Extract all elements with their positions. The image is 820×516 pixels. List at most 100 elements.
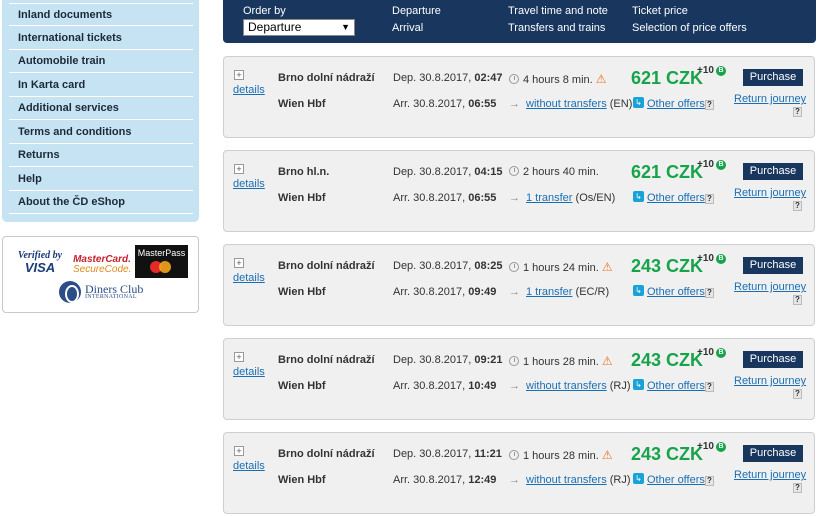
help-icon[interactable]: ? [705,288,714,298]
arrow-right-icon: → [509,286,520,298]
transfer-link[interactable]: without transfers [526,98,607,110]
ticket-price: 243 CZK [631,350,704,370]
sidebar-item-in-karta[interactable]: In Karta card [9,74,193,97]
other-offers-link[interactable]: Other offers [647,286,705,298]
to-station: Wien Hbf [278,380,326,392]
bonus-icon: B [715,442,726,452]
from-station: Brno dolní nádraží [278,448,375,460]
transfer-link[interactable]: 1 transfer [526,192,572,204]
transfer-link[interactable]: without transfers [526,474,607,486]
bonus-icon: B [715,348,726,358]
arrival-datetime: Arr. 30.8.2017, 10:49 [393,380,497,392]
help-icon[interactable]: ? [705,194,714,204]
other-offers-link[interactable]: Other offers [647,98,705,110]
purchase-button[interactable]: Purchase [743,163,803,180]
return-journey-link[interactable]: Return journey [734,187,806,199]
transfer-link[interactable]: without transfers [526,380,607,392]
expand-icon[interactable]: + [234,164,244,174]
sidebar-item-inland-documents[interactable]: Inland documents [9,3,193,26]
other-offers-link[interactable]: Other offers [647,192,705,204]
warning-icon: ⚠ [601,260,613,274]
return-journey-link[interactable]: Return journey [734,93,806,105]
transfer-info: → without transfers (RJ) [509,380,631,392]
payment-logos: Verified by VISA MasterCard. SecureCode.… [2,236,199,313]
ticket-price: 621 CZK [631,68,704,88]
mastercard-circle-icon [159,261,171,273]
masterpass-logo: MasterPass [135,245,188,278]
ticket-price: 243 CZK [631,444,704,464]
other-offers-link[interactable]: Other offers [647,380,705,392]
clock-icon [509,356,519,366]
details-link[interactable]: details [233,84,265,96]
verified-by-visa-logo: Verified by VISA [17,250,63,275]
bonus-icon: B [715,160,726,170]
sidebar-menu: Inland documents International tickets A… [2,0,199,222]
return-journey-link[interactable]: Return journey [734,375,806,387]
expand-icon[interactable]: + [234,70,244,80]
travel-duration: 1 hours 24 min. ⚠ [509,260,613,274]
return-journey-link[interactable]: Return journey [734,281,806,293]
help-icon[interactable]: ? [705,382,714,392]
to-station: Wien Hbf [278,474,326,486]
from-station: Brno dolní nádraží [278,354,375,366]
help-icon[interactable]: ? [793,201,802,211]
order-by-select[interactable]: Departure ▼ [243,19,355,36]
purchase-button[interactable]: Purchase [743,69,803,86]
from-station: Brno dolní nádraží [278,72,375,84]
bonus-icon: B [715,66,726,76]
other-offers-link[interactable]: Other offers [647,474,705,486]
expand-icon[interactable]: + [234,258,244,268]
help-icon[interactable]: ? [705,476,714,486]
to-station: Wien Hbf [278,286,326,298]
bonus-points: +10 B [697,253,726,264]
offer-icon: ↳ [633,97,644,108]
return-journey-link[interactable]: Return journey [734,469,806,481]
bonus-points: +10 B [697,65,726,76]
diners-club-icon [59,281,81,303]
sidebar-item-returns[interactable]: Returns [9,144,193,167]
sidebar-item-about[interactable]: About the ČD eShop [9,191,193,214]
results-header: Order by Departure ▼ Departure Arrival T… [223,0,816,43]
transfer-info: → 1 transfer (EC/R) [509,286,610,298]
details-link[interactable]: details [233,460,265,472]
sidebar-item-international-tickets[interactable]: International tickets [9,27,193,50]
help-icon[interactable]: ? [793,483,802,493]
purchase-button[interactable]: Purchase [743,351,803,368]
col-ticket-price: Ticket price [632,5,688,17]
warning-icon: ⚠ [601,448,613,462]
arrival-datetime: Arr. 30.8.2017, 09:49 [393,286,497,298]
purchase-button[interactable]: Purchase [743,445,803,462]
help-icon[interactable]: ? [793,295,802,305]
ticket-price: 621 CZK [631,162,704,182]
bonus-points: +10 B [697,347,726,358]
col-transfers: Transfers and trains [508,22,606,34]
travel-duration: 1 hours 28 min. ⚠ [509,354,613,368]
details-link[interactable]: details [233,178,265,190]
expand-icon[interactable]: + [234,446,244,456]
help-icon[interactable]: ? [793,389,802,399]
transfer-info: → 1 transfer (Os/EN) [509,192,616,204]
help-icon[interactable]: ? [705,100,714,110]
sidebar-item-terms[interactable]: Terms and conditions [9,121,193,144]
help-icon[interactable]: ? [793,107,802,117]
purchase-button[interactable]: Purchase [743,257,803,274]
dropdown-arrow-icon: ▼ [341,22,350,32]
to-station: Wien Hbf [278,192,326,204]
connection-card: + details Brno dolní nádraží Wien Hbf De… [223,244,815,326]
to-station: Wien Hbf [278,98,326,110]
clock-icon [509,166,519,176]
transfer-info: → without transfers (EN) [509,98,633,110]
col-arrival: Arrival [392,22,424,34]
arrival-datetime: Arr. 30.8.2017, 06:55 [393,192,497,204]
details-link[interactable]: details [233,272,265,284]
sidebar-item-automobile-train[interactable]: Automobile train [9,50,193,73]
details-link[interactable]: details [233,366,265,378]
transfer-link[interactable]: 1 transfer [526,286,572,298]
expand-icon[interactable]: + [234,352,244,362]
sidebar-item-additional-services[interactable]: Additional services [9,97,193,120]
travel-duration: 4 hours 8 min. ⚠ [509,72,606,86]
departure-datetime: Dep. 30.8.2017, 02:47 [393,72,503,84]
clock-icon [509,450,519,460]
sidebar-item-help[interactable]: Help [9,168,193,191]
clock-icon [509,74,519,84]
